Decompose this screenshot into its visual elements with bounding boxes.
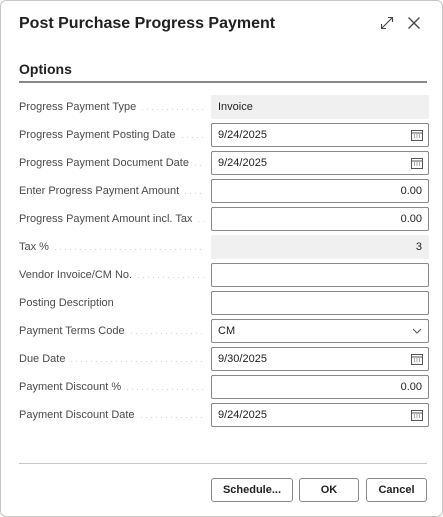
amount-input[interactable]: 0.00 — [211, 179, 429, 203]
row-document-date: Progress Payment Document Date 9/24/2025 — [19, 151, 429, 175]
row-tax-pct: Tax % 3 — [19, 235, 429, 259]
ok-button[interactable]: OK — [299, 478, 359, 502]
expand-arrows-icon[interactable] — [377, 13, 397, 33]
discount-date-label: Payment Discount Date — [19, 403, 205, 427]
tax-pct-label: Tax % — [19, 235, 205, 259]
discount-pct-label: Payment Discount % — [19, 375, 205, 399]
payment-type-label: Progress Payment Type — [19, 95, 205, 119]
row-posting-date: Progress Payment Posting Date 9/24/2025 — [19, 123, 429, 147]
calendar-icon[interactable] — [406, 124, 428, 146]
calendar-icon[interactable] — [406, 348, 428, 370]
vendor-invoice-label: Vendor Invoice/CM No. — [19, 263, 205, 287]
row-posting-description: Posting Description — [19, 291, 429, 315]
posting-date-label: Progress Payment Posting Date — [19, 123, 205, 147]
section-title-options: Options — [19, 61, 72, 77]
amount-incl-tax-label: Progress Payment Amount incl. Tax — [19, 207, 205, 231]
document-date-input[interactable]: 9/24/2025 — [211, 151, 429, 175]
row-amount-incl-tax: Progress Payment Amount incl. Tax 0.00 — [19, 207, 429, 231]
row-discount-pct: Payment Discount % 0.00 — [19, 375, 429, 399]
vendor-invoice-input[interactable] — [211, 263, 429, 287]
footer-divider — [19, 463, 427, 464]
posting-description-input[interactable] — [211, 291, 429, 315]
payment-terms-select[interactable]: CM — [211, 319, 429, 343]
tax-pct-field: 3 — [211, 235, 429, 259]
post-purchase-progress-payment-dialog: Post Purchase Progress Payment Options P… — [0, 0, 443, 517]
row-due-date: Due Date 9/30/2025 — [19, 347, 429, 371]
due-date-label: Due Date — [19, 347, 205, 371]
posting-description-label: Posting Description — [19, 297, 114, 309]
row-vendor-invoice: Vendor Invoice/CM No. — [19, 263, 429, 287]
calendar-icon[interactable] — [406, 152, 428, 174]
document-date-label: Progress Payment Document Date — [19, 151, 205, 175]
row-discount-date: Payment Discount Date 9/24/2025 — [19, 403, 429, 427]
section-divider — [19, 81, 427, 83]
cancel-button[interactable]: Cancel — [366, 478, 427, 502]
calendar-icon[interactable] — [406, 404, 428, 426]
row-payment-type: Progress Payment Type Invoice — [19, 95, 429, 119]
amount-label: Enter Progress Payment Amount — [19, 179, 205, 203]
payment-type-field: Invoice — [211, 95, 429, 119]
schedule-button[interactable]: Schedule... — [211, 478, 293, 502]
payment-terms-label: Payment Terms Code — [19, 319, 205, 343]
due-date-input[interactable]: 9/30/2025 — [211, 347, 429, 371]
posting-date-input[interactable]: 9/24/2025 — [211, 123, 429, 147]
amount-incl-tax-input[interactable]: 0.00 — [211, 207, 429, 231]
row-amount: Enter Progress Payment Amount 0.00 — [19, 179, 429, 203]
discount-pct-input[interactable]: 0.00 — [211, 375, 429, 399]
discount-date-input[interactable]: 9/24/2025 — [211, 403, 429, 427]
dialog-title: Post Purchase Progress Payment — [19, 15, 276, 32]
row-payment-terms: Payment Terms Code CM — [19, 319, 429, 343]
close-icon[interactable] — [404, 13, 424, 33]
chevron-down-icon[interactable] — [406, 320, 428, 342]
